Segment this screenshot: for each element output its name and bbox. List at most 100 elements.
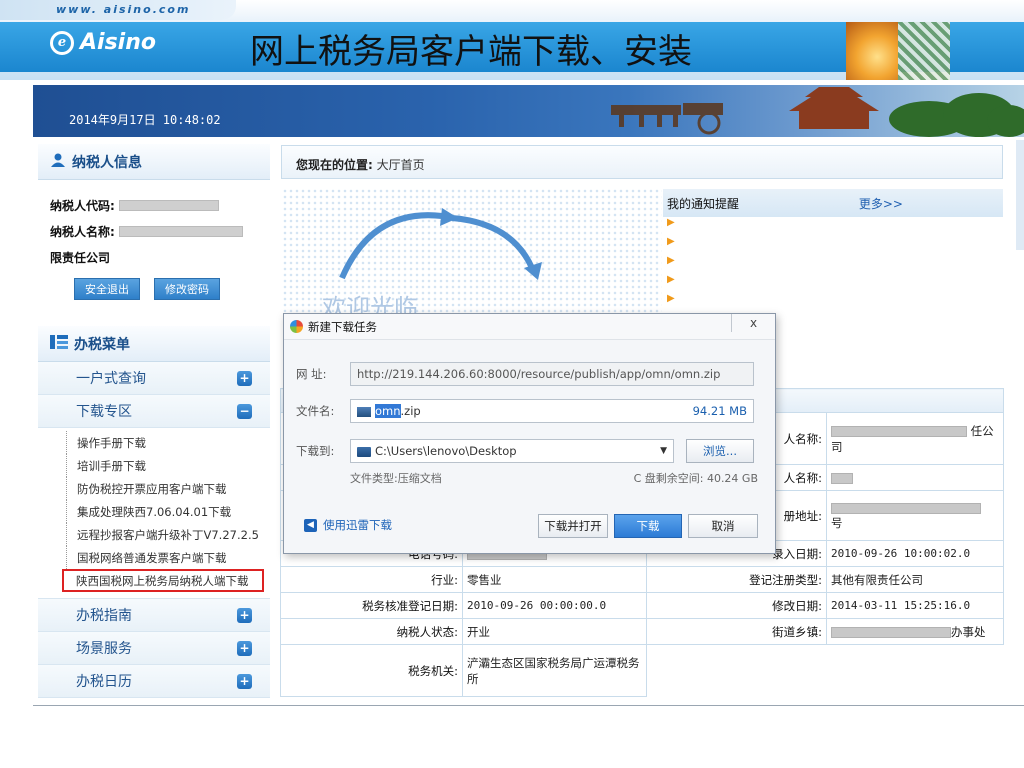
breadcrumb-label: 您现在的位置: <box>296 158 373 172</box>
dialog-titlebar[interactable]: 新建下载任务 <box>284 314 775 340</box>
download-and-open-button[interactable]: 下载并打开 <box>538 514 608 538</box>
table-value: 2010-09-26 00:00:00.0 <box>462 592 647 619</box>
menu-group-downloads[interactable]: 下载专区 − <box>38 395 270 428</box>
slide-title: 网上税务局客户端下载、安装 <box>250 32 692 72</box>
breadcrumb-current[interactable]: 大厅首页 <box>377 158 425 172</box>
filename-label: 文件名: <box>296 404 335 418</box>
site-banner: 2014年9月17日 10:48:02 <box>33 85 1024 137</box>
welcome-banner: 欢迎光临 <box>282 188 662 318</box>
download-item-manual[interactable]: 操作手册下载 <box>66 431 270 454</box>
tax-menu-title: 办税菜单 <box>74 336 130 353</box>
slide-header: www. aisino.com e Aisino 网上税务局客户端下载、安装 <box>0 0 1024 80</box>
menu-icon <box>50 334 68 354</box>
save-path-select[interactable]: C:\Users\lenovo\Desktop ▼ <box>350 439 674 463</box>
download-button[interactable]: 下载 <box>614 514 682 538</box>
notice-bullet-icon: ▶ <box>667 274 675 285</box>
filename-extension: .zip <box>400 404 421 418</box>
table-value: 其他有限责任公司 <box>826 566 1004 593</box>
save-path-value: C:\Users\lenovo\Desktop <box>375 444 517 458</box>
filename-field[interactable]: omn.zip 94.21 MB <box>350 399 754 423</box>
website-url: www. aisino.com <box>0 0 236 20</box>
aisino-logo-icon: e <box>50 30 74 55</box>
url-field[interactable]: http://219.144.206.60:8000/resource/publ… <box>350 362 754 386</box>
page-scroll-edge <box>1016 140 1024 250</box>
table-row: 行业: 零售业 登记注册类型: 其他有限责任公司 <box>280 566 1004 593</box>
collapse-icon[interactable]: − <box>237 403 252 419</box>
taxpayer-info-title: 纳税人信息 <box>72 154 142 171</box>
browse-button[interactable]: 浏览... <box>686 439 754 463</box>
more-link[interactable]: 更多>> <box>859 195 903 212</box>
redacted-taxpayer-name <box>118 225 243 237</box>
table-key: 登记注册类型: <box>646 566 827 593</box>
expand-icon[interactable]: + <box>237 640 252 656</box>
user-icon <box>50 152 66 172</box>
table-row: 税务机关: 浐灞生态区国家税务局广运潭税务所 <box>280 644 1004 697</box>
table-value <box>826 464 1004 491</box>
logo-text: Aisino <box>80 30 156 55</box>
expand-icon[interactable]: + <box>237 673 252 689</box>
taxpayer-name-label: 纳税人名称: <box>50 224 115 239</box>
dialog-title: 新建下载任务 <box>308 319 377 334</box>
menu-group-label: 下载专区 <box>76 404 132 420</box>
banner-landmark-image <box>611 87 1024 137</box>
table-value: 2014-03-11 15:25:16.0 <box>826 592 1004 619</box>
slide-canvas: www. aisino.com e Aisino 网上税务局客户端下载、安装 2… <box>0 0 1024 768</box>
taxpayer-name-row: 纳税人名称: <box>50 218 260 244</box>
close-button[interactable]: x <box>731 314 775 332</box>
free-space-text: C 盘剩余空间: 40.24 GB <box>633 472 758 485</box>
new-download-dialog: 新建下载任务 x 网 址: http://219.144.206.60:8000… <box>283 313 776 554</box>
table-key: 税务核准登记日期: <box>280 592 463 619</box>
table-key: 纳税人状态: <box>280 618 463 645</box>
thunder-app-icon <box>290 320 303 333</box>
notice-bullet-icon: ▶ <box>667 255 675 266</box>
zip-file-icon <box>357 406 371 417</box>
table-value <box>827 645 1004 697</box>
taxpayer-code-label: 纳税人代码: <box>50 198 115 213</box>
left-sidebar: 纳税人信息 纳税人代码: 纳税人名称: 限责任公司 安全退出 修改密码 办税菜单 <box>38 144 270 704</box>
table-value: 办事处 <box>826 618 1004 645</box>
menu-group-calendar[interactable]: 办税日历 + <box>38 665 270 698</box>
file-size: 94.21 MB <box>692 404 747 418</box>
download-item-online-tax-client[interactable]: 陕西国税网上税务局纳税人端下载 <box>62 569 264 592</box>
download-item-patch[interactable]: 远程抄报客户端升级补丁V7.27.2.5 <box>66 523 270 546</box>
cancel-button[interactable]: 取消 <box>688 514 758 538</box>
use-thunder-link[interactable]: ◀ 使用迅雷下载 <box>304 517 392 533</box>
notice-bullet-icon: ▶ <box>667 236 675 247</box>
download-item-general-invoice[interactable]: 国税网络普通发票客户端下载 <box>66 546 270 569</box>
table-value: 零售业 <box>462 566 647 593</box>
menu-group-guide[interactable]: 办税指南 + <box>38 599 270 632</box>
table-row: 纳税人状态: 开业 街道乡镇: 办事处 <box>280 618 1004 645</box>
expand-icon[interactable]: + <box>237 607 252 623</box>
notice-bullet-icon: ▶ <box>667 293 675 304</box>
download-item-integrated[interactable]: 集成处理陕西7.06.04.01下载 <box>66 500 270 523</box>
folder-icon <box>357 446 371 457</box>
menu-group-label: 办税指南 <box>76 608 132 624</box>
logout-button[interactable]: 安全退出 <box>74 278 140 300</box>
download-item-training[interactable]: 培训手册下载 <box>66 454 270 477</box>
thunder-link-icon: ◀ <box>304 518 317 532</box>
table-value: 任公司 <box>826 412 1004 465</box>
current-datetime: 2014年9月17日 10:48:02 <box>69 113 221 127</box>
notice-bullet-icon: ▶ <box>667 217 675 228</box>
table-value: 浐灞生态区国家税务局广运潭税务所 <box>462 644 647 697</box>
dropdown-arrow-icon[interactable]: ▼ <box>660 446 667 456</box>
expand-icon[interactable]: + <box>237 370 252 386</box>
table-value: 开业 <box>462 618 647 645</box>
table-value: 号 <box>826 490 1004 541</box>
change-password-button[interactable]: 修改密码 <box>154 278 220 300</box>
table-key: 修改日期: <box>646 592 827 619</box>
arrows-graphic <box>339 208 542 280</box>
breadcrumb: 您现在的位置: 大厅首页 <box>281 145 1003 179</box>
menu-group-label: 一户式查询 <box>76 371 146 387</box>
filename-selected-text: omn <box>375 404 401 418</box>
file-meta-line: 文件类型:压缩文档 C 盘剩余空间: 40.24 GB <box>350 470 758 486</box>
menu-group-account-query[interactable]: 一户式查询 + <box>38 362 270 395</box>
download-list: 操作手册下载 培训手册下载 防伪税控开票应用客户端下载 集成处理陕西7.06.0… <box>38 428 270 599</box>
table-key: 税务机关: <box>280 644 463 697</box>
table-key: 街道乡镇: <box>646 618 827 645</box>
url-row: 网 址: http://219.144.206.60:8000/resource… <box>296 362 754 386</box>
redacted-taxpayer-code <box>118 199 219 211</box>
download-item-invoice-client[interactable]: 防伪税控开票应用客户端下载 <box>66 477 270 500</box>
menu-group-scenario[interactable]: 场景服务 + <box>38 632 270 665</box>
taxpayer-info-body: 纳税人代码: 纳税人名称: 限责任公司 安全退出 修改密码 <box>38 180 270 326</box>
